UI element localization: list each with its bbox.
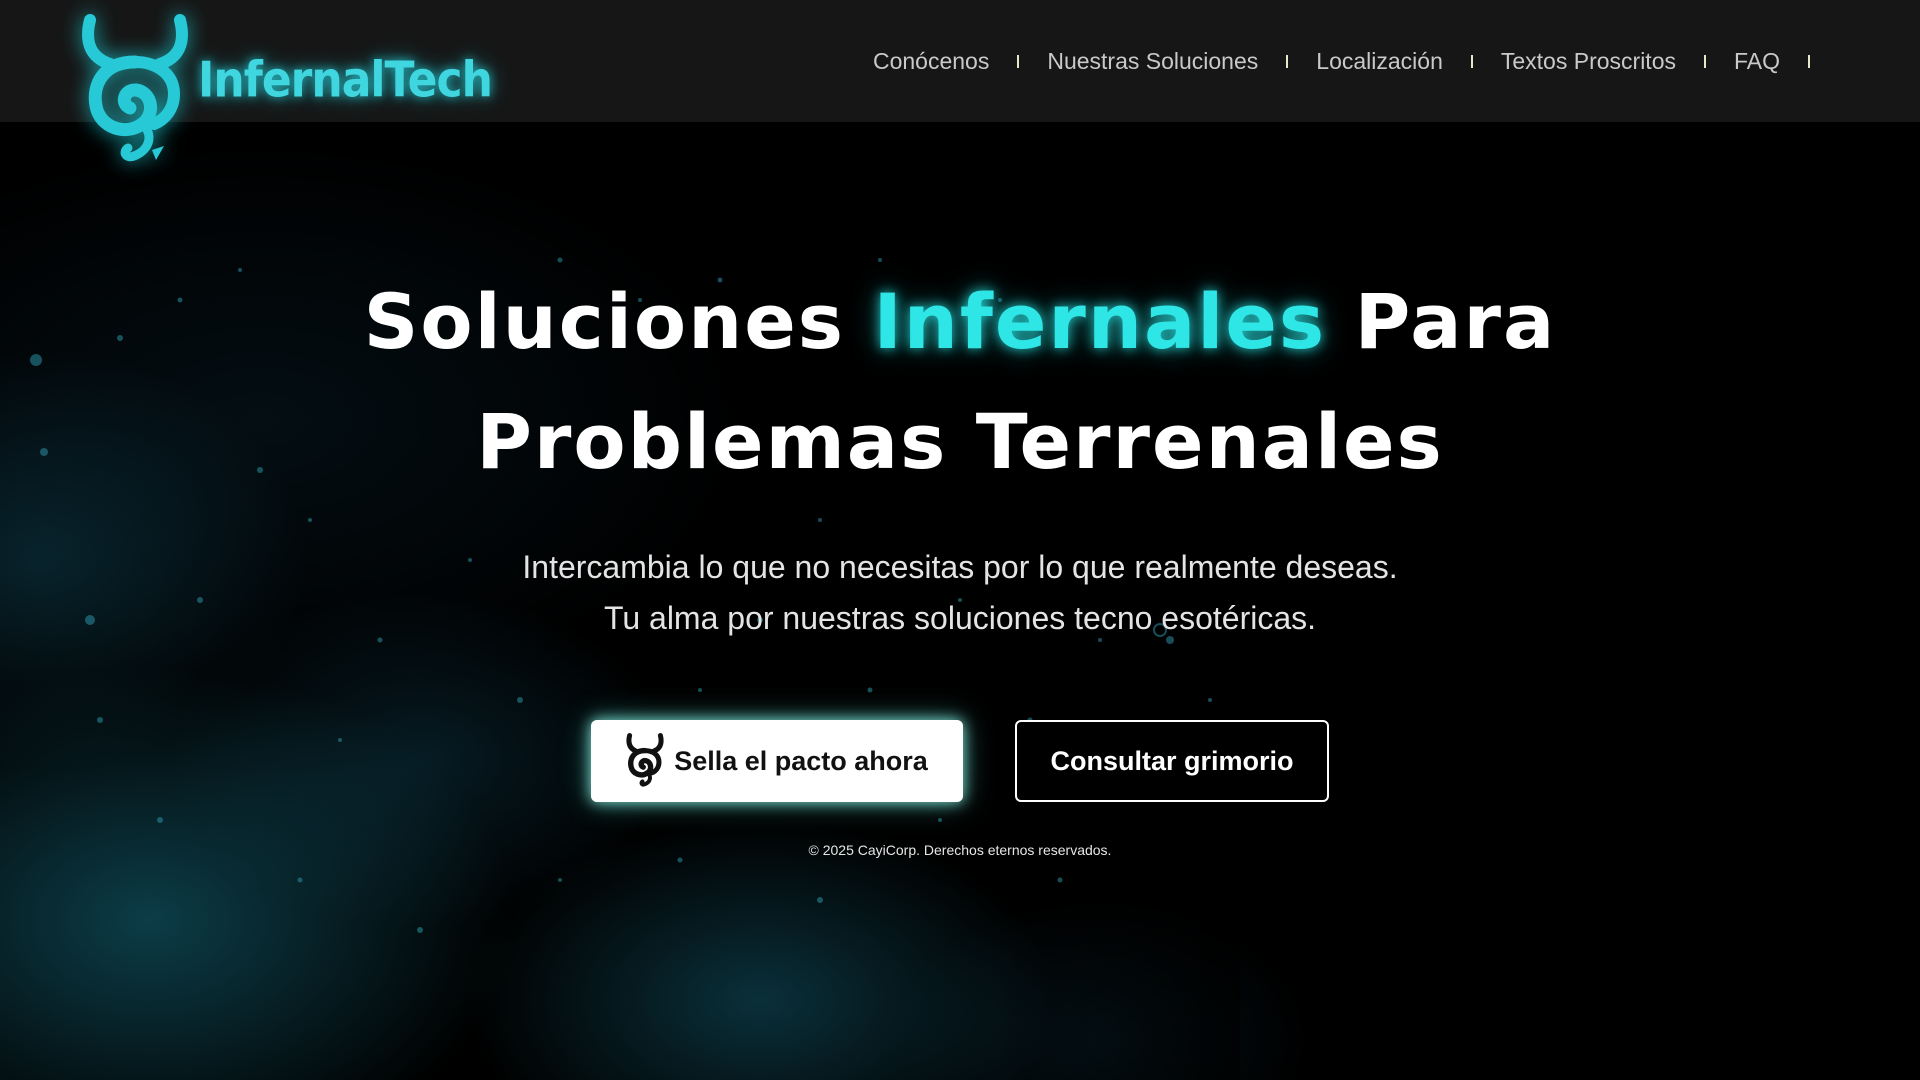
consult-grimoire-button[interactable]: Consultar grimorio (1015, 720, 1329, 802)
nav-item-faq[interactable]: FAQ (1734, 48, 1780, 75)
nav-item-textos-proscritos[interactable]: Textos Proscritos (1501, 48, 1676, 75)
hero-section: Soluciones Infernales Para Problemas Ter… (0, 262, 1920, 802)
main-nav: Conócenos Nuestras Soluciones Localizaci… (873, 44, 1838, 78)
hero-subtitle-line1: Intercambia lo que no necesitas por lo q… (522, 549, 1398, 585)
brand-logo[interactable]: InfernalTech (82, 14, 493, 168)
nav-item-localizacion[interactable]: Localización (1316, 48, 1443, 75)
nav-item-conocenos[interactable]: Conócenos (873, 48, 989, 75)
brand-name: InfernalTech (198, 51, 493, 109)
landing-page: Conócenos Nuestras Soluciones Localizaci… (0, 0, 1920, 1080)
hero-title-part1: Soluciones (363, 277, 874, 366)
cta-row: Sella el pacto ahora Consultar grimorio (0, 720, 1920, 802)
hero-title-accent: Infernales (873, 277, 1327, 366)
nav-separator (1017, 54, 1020, 68)
nav-separator (1286, 54, 1289, 68)
seal-pact-label: Sella el pacto ahora (674, 745, 928, 776)
hero-title: Soluciones Infernales Para Problemas Ter… (0, 262, 1920, 502)
nav-item-soluciones[interactable]: Nuestras Soluciones (1047, 48, 1258, 75)
hero-title-part2: Para (1326, 277, 1557, 366)
devil-swirl-icon (626, 733, 664, 787)
hero-title-line2: Problemas Terrenales (476, 397, 1444, 486)
hero-subtitle-line2: Tu alma por nuestras soluciones tecno es… (603, 600, 1317, 636)
copyright-text: © 2025 CayiCorp. Derechos eternos reserv… (808, 842, 1112, 858)
consult-grimoire-label: Consultar grimorio (1050, 745, 1294, 776)
nav-separator (1470, 54, 1473, 68)
nav-separator (1703, 54, 1706, 68)
nav-separator (1808, 54, 1810, 68)
seal-pact-button[interactable]: Sella el pacto ahora (591, 720, 963, 802)
hero-subtitle: Intercambia lo que no necesitas por lo q… (0, 542, 1920, 644)
devil-swirl-icon (82, 14, 188, 162)
